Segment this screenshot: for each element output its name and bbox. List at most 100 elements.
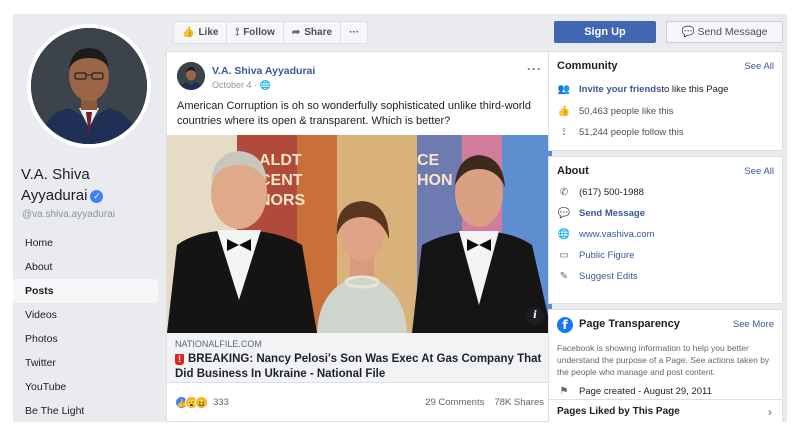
share-button[interactable]: ➦ Share	[284, 22, 342, 43]
post-date-text: October 4 ·	[212, 80, 258, 90]
page-created-row: ⚑ Page created - August 29, 2011	[557, 386, 712, 397]
sign-up-button[interactable]: Sign Up	[554, 21, 656, 43]
post-card: V.A. Shiva Ayyadurai October 4 · 🌐 ··· A…	[166, 51, 552, 422]
post-text: American Corruption is oh so wonderfully…	[177, 100, 531, 127]
more-options-button[interactable]: ···	[341, 22, 367, 43]
profile-photo-graphic	[31, 28, 147, 144]
profile-photo	[31, 28, 147, 144]
globe-icon: 🌐	[557, 229, 571, 240]
profile-avatar[interactable]	[27, 24, 151, 148]
website-row: 🌐 www.vashiva.com	[557, 229, 655, 240]
transparency-title: Page Transparency	[579, 318, 680, 330]
shares-count[interactable]: 78K Shares	[494, 397, 544, 408]
send-message-button[interactable]: 💬 Send Message	[666, 21, 783, 43]
page-action-bar: 👍 Like ⟟ Follow ➦ Share ···	[173, 21, 369, 44]
follow-button[interactable]: ⟟ Follow	[227, 22, 284, 43]
thumbs-up-icon: 👍	[557, 106, 571, 117]
reaction-count: 333	[213, 396, 229, 408]
page-name: V.A. Shiva Ayyadurai ✓	[21, 164, 161, 206]
about-send-message-link[interactable]: Send Message	[579, 208, 645, 219]
background-sign-left: ALDT	[259, 152, 302, 169]
about-card: About See All ✆ (617) 500-1988 💬 Send Me…	[548, 156, 783, 304]
facebook-logo-icon: f	[557, 317, 573, 333]
flag-icon: ⚑	[559, 386, 569, 397]
nav-item-home[interactable]: Home	[13, 231, 158, 255]
background-sign-right: CE	[417, 152, 440, 169]
nav-item-videos[interactable]: Videos	[13, 303, 158, 327]
share-arrow-icon: ➦	[291, 27, 301, 38]
pages-liked-title: Pages Liked by This Page	[557, 406, 680, 417]
left-sidebar: V.A. Shiva Ayyadurai ✓ @va.shiva.ayyadura…	[13, 14, 163, 422]
post-link-image[interactable]: ALDT CENT NORS CE HON i	[167, 135, 552, 333]
category-link[interactable]: Public Figure	[579, 250, 634, 261]
follows-row: ⟟ 51,244 people follow this	[557, 127, 684, 138]
globe-icon: 🌐	[259, 80, 271, 90]
page-created-text: Page created - August 29, 2011	[579, 386, 712, 397]
right-actions: Sign Up 💬 Send Message	[554, 21, 783, 44]
phone-number[interactable]: (617) 500-1988	[579, 187, 644, 198]
nav-item-about[interactable]: About	[13, 255, 158, 279]
nav-item-youtube[interactable]: YouTube	[13, 375, 158, 399]
haha-reaction-icon: 😆	[195, 395, 208, 409]
transparency-description: Facebook is showing information to help …	[557, 343, 770, 377]
like-label: Like	[198, 27, 219, 38]
post-options-icon[interactable]: ···	[527, 62, 542, 76]
verified-badge-icon: ✓	[90, 190, 104, 203]
messenger-icon: 💬	[681, 26, 695, 38]
page-name-line2: Ayyadurai	[21, 187, 88, 204]
send-message-row: 💬 Send Message	[557, 208, 645, 219]
post-author-name[interactable]: V.A. Shiva Ayyadurai	[212, 65, 315, 77]
about-see-all-link[interactable]: See All	[744, 166, 774, 177]
alert-icon: !	[175, 354, 184, 365]
tag-icon: ▭	[559, 250, 569, 261]
post-photo-graphic: ALDT CENT NORS CE HON	[167, 135, 552, 333]
background-sign-right-2: HON	[417, 172, 453, 189]
comments-count[interactable]: 29 Comments	[425, 397, 484, 408]
likes-row: 👍 50,463 people like this	[557, 106, 674, 117]
page-transparency-card: f Page Transparency See More Facebook is…	[548, 309, 783, 405]
chevron-right-icon[interactable]: ›	[768, 405, 772, 419]
nav-item-twitter[interactable]: Twitter	[13, 351, 158, 375]
category-row: ▭ Public Figure	[557, 250, 634, 261]
transparency-see-more-link[interactable]: See More	[733, 319, 774, 330]
invite-friends-text: to like this Page	[661, 84, 729, 95]
phone-row: ✆ (617) 500-1988	[557, 187, 644, 198]
thumbs-up-icon: 👍	[182, 27, 195, 38]
reactions-summary[interactable]: 👍 😮 😆 333	[175, 395, 229, 409]
link-domain: NATIONALFILE.COM	[175, 339, 262, 349]
nav-item-posts[interactable]: Posts	[13, 279, 158, 303]
link-title: ! BREAKING: Nancy Pelosi's Son Was Exec A…	[175, 352, 544, 382]
page-handle: @va.shiva.ayyadurai	[22, 209, 115, 220]
about-title: About	[557, 165, 589, 177]
link-preview[interactable]: NATIONALFILE.COM ! BREAKING: Nancy Pelosi…	[167, 333, 552, 383]
link-title-text: BREAKING: Nancy Pelosi's Son Was Exec At…	[175, 353, 542, 380]
community-title: Community	[557, 60, 618, 72]
invite-friends-link[interactable]: Invite your friends	[579, 84, 661, 95]
nav-item-photos[interactable]: Photos	[13, 327, 158, 351]
post-stats-bar: 👍 😮 😆 333 29 Comments 78K Shares	[167, 388, 552, 416]
info-icon[interactable]: i	[526, 307, 544, 325]
community-see-all-link[interactable]: See All	[744, 61, 774, 72]
page-name-line1: V.A. Shiva	[21, 166, 90, 183]
pencil-icon: ✎	[559, 271, 569, 282]
post-date: October 4 · 🌐	[212, 80, 271, 91]
more-label: ···	[349, 27, 360, 38]
invite-friends-row: 👥 Invite your friends to like this Page	[557, 84, 729, 95]
nav-item-be-the-light[interactable]: Be The Light	[13, 399, 158, 422]
post-engagement: 29 Comments 78K Shares	[425, 397, 544, 408]
post-author-photo	[177, 62, 205, 90]
follow-label: Follow	[243, 27, 275, 38]
follows-count: 51,244 people follow this	[579, 127, 684, 138]
rss-follow-icon: ⟟	[562, 127, 566, 138]
page-nav: Home About Posts Videos Photos Twitter Y…	[13, 231, 158, 422]
page-frame: V.A. Shiva Ayyadurai ✓ @va.shiva.ayyadura…	[13, 14, 787, 422]
suggest-edits-row: ✎ Suggest Edits	[557, 271, 638, 282]
send-message-label: Send Message	[697, 26, 768, 38]
pages-liked-card[interactable]: Pages Liked by This Page ›	[548, 399, 783, 422]
website-link[interactable]: www.vashiva.com	[579, 229, 655, 240]
post-author-avatar[interactable]	[177, 62, 205, 90]
likes-count: 50,463 people like this	[579, 106, 674, 117]
rss-icon: ⟟	[235, 27, 240, 38]
suggest-edits-link[interactable]: Suggest Edits	[579, 271, 638, 282]
like-page-button[interactable]: 👍 Like	[174, 22, 228, 43]
